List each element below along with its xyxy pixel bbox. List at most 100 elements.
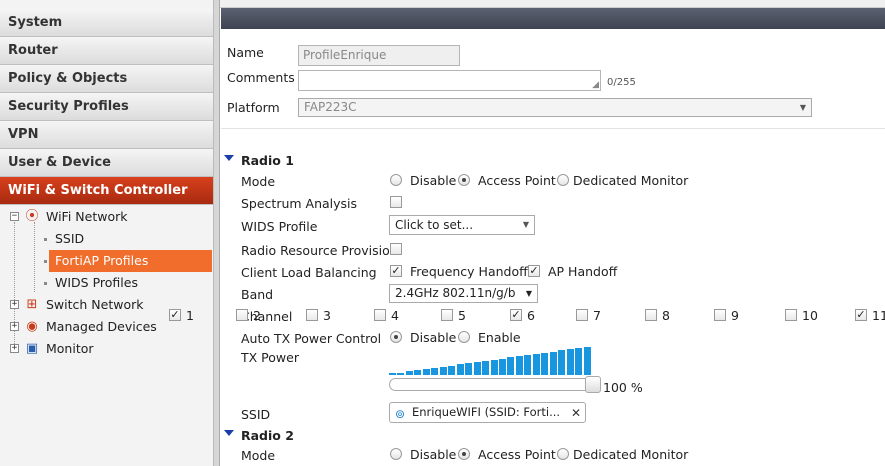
frequency-handoff-checkbox[interactable]: ✓ (390, 265, 402, 277)
tx-power-bar (414, 370, 421, 375)
platform-label: Platform (227, 100, 280, 115)
auto-tx-enable-label: Enable (478, 330, 521, 345)
channel-11-checkbox[interactable]: ✓ (855, 309, 867, 321)
channel-5-label: 5 (458, 308, 466, 323)
channel-11-label: 11 (872, 308, 885, 323)
band-label: Band (241, 287, 274, 302)
tx-power-bar (584, 347, 591, 375)
chevron-down-icon: ▼ (525, 289, 532, 298)
name-label: Name (227, 45, 264, 60)
wids-profile-select[interactable]: Click to set... ▼ (389, 215, 535, 235)
tx-power-bar (389, 373, 396, 375)
expand-icon[interactable]: + (10, 322, 19, 331)
tree-label: Managed Devices (46, 319, 157, 334)
tx-power-bar (567, 349, 574, 375)
wifi-network-icon: ⦿ (25, 209, 39, 224)
expand-icon[interactable]: + (10, 344, 19, 353)
tree-item-managed-devices[interactable]: + ◉ Managed Devices (0, 316, 213, 338)
radio1-mode-access-point-label: Access Point (478, 173, 556, 188)
radio2-mode-label: Mode (241, 448, 276, 463)
radio2-mode-disable-radio[interactable] (390, 448, 402, 460)
radio1-title: Radio 1 (241, 153, 294, 168)
tx-power-label: TX Power (241, 350, 299, 365)
ssid-chip[interactable]: ⊚ EnriqueWIFI (SSID: Forti... ✕ (389, 402, 586, 423)
channel-5-checkbox[interactable] (441, 309, 453, 321)
sidebar: System Router Policy & Objects Security … (0, 0, 214, 466)
channel-8-label: 8 (662, 308, 670, 323)
platform-select[interactable]: FAP223C ▼ (298, 98, 812, 117)
radio1-mode-disable-radio[interactable] (390, 174, 402, 186)
tx-power-percent: 100 % (603, 380, 643, 395)
collapse-icon[interactable]: − (10, 212, 19, 221)
channel-label: Channel (241, 309, 293, 324)
tx-power-bar (406, 371, 413, 375)
tree-label: SSID (55, 231, 85, 246)
tree-item-wifi-network[interactable]: − ⦿ WiFi Network (0, 206, 213, 228)
nav-user-device[interactable]: User & Device (0, 149, 213, 177)
nav-security-profiles[interactable]: Security Profiles (0, 93, 213, 121)
radio-resource-provision-checkbox[interactable] (390, 243, 402, 255)
radio-resource-provision-label: Radio Resource Provision (241, 243, 398, 258)
tx-power-slider-track[interactable] (389, 378, 599, 391)
collapse-triangle-icon[interactable] (224, 430, 234, 436)
leaf-dot-icon (44, 282, 47, 285)
managed-devices-icon: ◉ (26, 319, 38, 334)
band-select[interactable]: 2.4GHz 802.11n/g/b ▼ (389, 284, 538, 303)
tx-power-bar (440, 367, 447, 375)
ssid-label: SSID (241, 407, 271, 422)
chevron-down-icon: ▼ (522, 220, 529, 229)
nav-system[interactable]: System (0, 9, 213, 37)
tx-power-bar (541, 353, 548, 375)
nav-vpn[interactable]: VPN (0, 121, 213, 149)
tx-power-bar (533, 354, 540, 375)
spectrum-analysis-checkbox[interactable] (390, 196, 402, 208)
channel-7-checkbox[interactable] (576, 309, 588, 321)
channel-8-checkbox[interactable] (645, 309, 657, 321)
close-icon[interactable]: ✕ (571, 404, 581, 423)
channel-3-checkbox[interactable] (306, 309, 318, 321)
expand-icon[interactable]: + (10, 300, 19, 309)
tx-power-bar (431, 368, 438, 375)
collapse-triangle-icon[interactable] (224, 155, 234, 161)
radio2-mode-access-point-radio[interactable] (458, 448, 470, 460)
tx-power-slider-handle[interactable] (585, 376, 601, 393)
tx-power-bar (482, 361, 489, 375)
nav-wifi-switch-controller[interactable]: WiFi & Switch Controller (0, 177, 213, 205)
channel-3-label: 3 (323, 308, 331, 323)
main-panel: Name ProfileEnrique Comments ◢ 0/255 Pla… (169, 0, 885, 466)
name-input[interactable]: ProfileEnrique (298, 45, 460, 66)
channel-4-checkbox[interactable] (374, 309, 386, 321)
frequency-handoff-label: Frequency Handoff (410, 264, 528, 279)
channel-7-label: 7 (593, 308, 601, 323)
channel-6-checkbox[interactable]: ✓ (510, 309, 522, 321)
sidebar-scrollbar[interactable] (214, 0, 220, 466)
tree-item-wids-profiles[interactable]: WIDS Profiles (0, 272, 213, 294)
radio1-mode-dedicated-monitor-radio[interactable] (557, 174, 569, 186)
channel-2-checkbox[interactable] (236, 309, 248, 321)
comments-textarea[interactable]: ◢ (298, 70, 601, 91)
channel-10-checkbox[interactable] (785, 309, 797, 321)
tx-power-bar (457, 364, 464, 375)
tree-item-switch-network[interactable]: + ⊞ Switch Network (0, 294, 213, 316)
auto-tx-enable-radio[interactable] (458, 331, 470, 343)
channel-1-label: 1 (186, 308, 194, 323)
resize-handle-icon[interactable]: ◢ (592, 80, 599, 90)
radio1-mode-label: Mode (241, 174, 276, 189)
nav-policy-objects[interactable]: Policy & Objects (0, 65, 213, 93)
channel-9-checkbox[interactable] (714, 309, 726, 321)
tree-item-monitor[interactable]: + ▣ Monitor (0, 338, 213, 360)
tx-power-bar (397, 373, 404, 375)
channel-1-checkbox[interactable]: ✓ (169, 309, 181, 321)
tree-label: Switch Network (46, 297, 144, 312)
ap-handoff-checkbox[interactable]: ✓ (528, 265, 540, 277)
nav-router[interactable]: Router (0, 37, 213, 65)
comments-counter: 0/255 (607, 77, 636, 88)
radio1-mode-access-point-radio[interactable] (458, 174, 470, 186)
tree-item-ssid[interactable]: SSID (0, 228, 213, 250)
tree-item-fortiap-profiles[interactable]: FortiAP Profiles (0, 250, 213, 272)
chevron-down-icon: ▼ (799, 103, 806, 112)
radio2-mode-dedicated-monitor-radio[interactable] (557, 448, 569, 460)
tx-power-bar (507, 357, 514, 375)
divider (221, 128, 885, 129)
auto-tx-disable-radio[interactable] (390, 331, 402, 343)
